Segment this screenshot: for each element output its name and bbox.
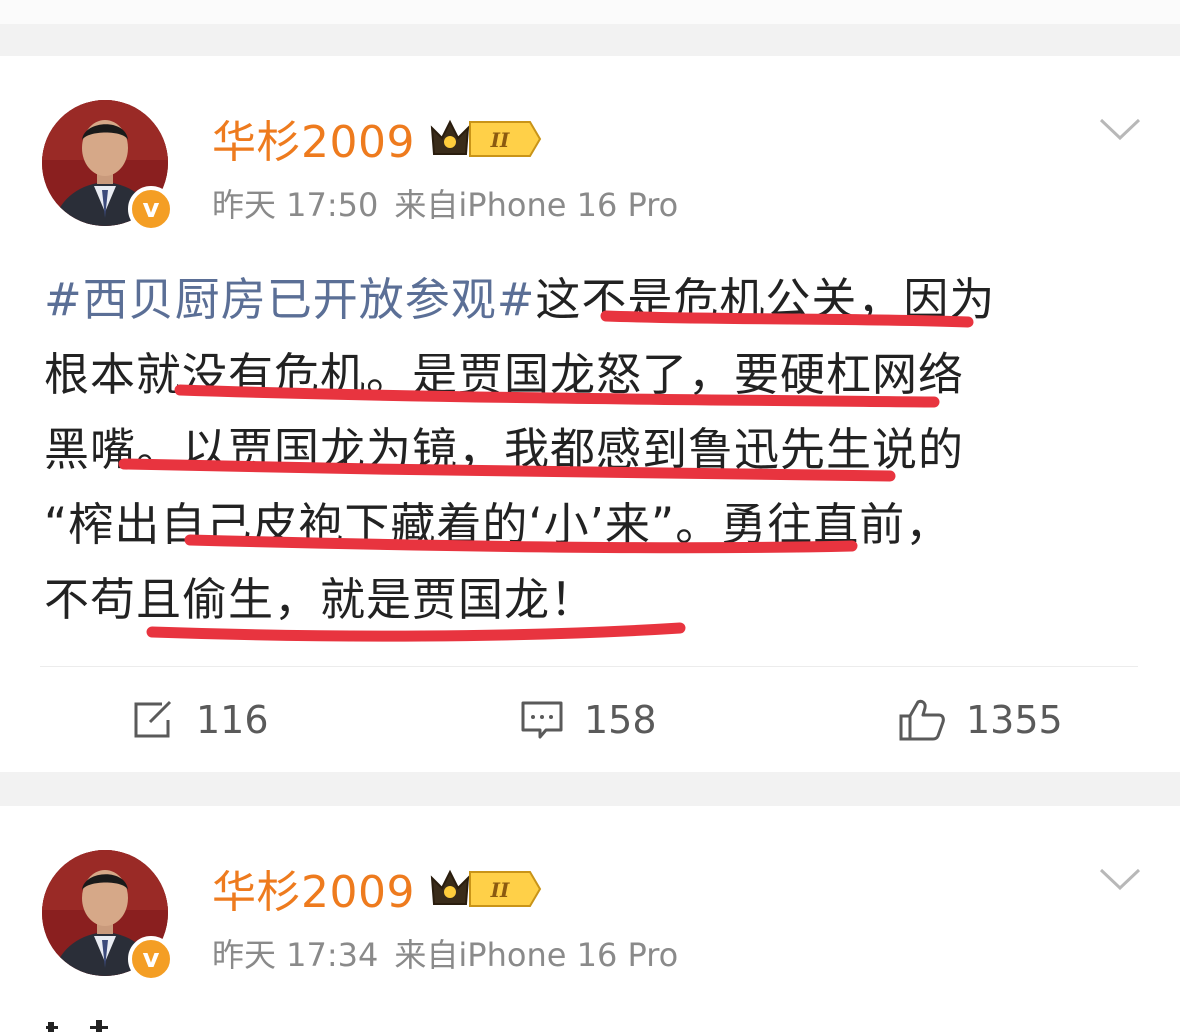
comment-button[interactable]: 158 — [520, 692, 657, 748]
chevron-down-icon[interactable] — [1098, 116, 1142, 142]
like-count: 1355 — [966, 698, 1063, 742]
cut-off-post-text — [46, 1020, 108, 1032]
weibo-feed: v 华杉2009 II 昨天 17:50 来自iPhone 16 Pro #西贝厨… — [0, 0, 1180, 1032]
hashtag-link[interactable]: #西贝厨房已开放参观# — [44, 273, 535, 326]
post-source: 来自iPhone 16 Pro — [394, 186, 679, 224]
post-source: 来自iPhone 16 Pro — [394, 936, 679, 974]
post-meta: 昨天 17:50 来自iPhone 16 Pro — [212, 180, 678, 226]
comment-icon — [521, 701, 563, 739]
crown-level-II-icon[interactable]: II — [426, 866, 542, 912]
text-line: “榨出自己皮袍下藏着的‘小’来”。勇往直前， — [44, 498, 952, 551]
comment-count: 158 — [584, 698, 657, 742]
text-line: 黑嘴。以贾国龙为镜，我都感到鲁迅先生说的 — [44, 423, 965, 476]
vip-level-text: II — [490, 878, 510, 902]
post-time: 昨天 17:50 — [212, 186, 379, 224]
chevron-down-icon[interactable] — [1098, 866, 1142, 892]
top-gap — [0, 0, 1180, 24]
crown-level-II-icon[interactable]: II — [426, 116, 542, 162]
repost-icon — [134, 700, 172, 738]
post-meta: 昨天 17:34 来自iPhone 16 Pro — [212, 930, 678, 976]
vip-level-text: II — [490, 128, 510, 152]
verified-badge-icon: v — [128, 186, 174, 232]
post-card[interactable]: v 华杉2009 II 昨天 17:34 来自iPhone 16 Pro — [0, 806, 1180, 1032]
verified-badge-icon: v — [128, 936, 174, 982]
repost-count: 116 — [196, 698, 269, 742]
like-icon — [899, 699, 945, 741]
repost-button[interactable]: 116 — [132, 692, 269, 748]
text-line: 根本就没有危机。是贾国龙怒了，要硬杠网络 — [44, 348, 965, 401]
username[interactable]: 华杉2009 — [212, 106, 415, 170]
like-button[interactable]: 1355 — [898, 692, 1063, 748]
username[interactable]: 华杉2009 — [212, 856, 415, 920]
text-line: #西贝厨房已开放参观#这不是危机公关，因为 — [44, 273, 996, 326]
text-line: 不苟且偷生，就是贾国龙！ — [44, 573, 597, 626]
post-card[interactable]: v 华杉2009 II 昨天 17:50 来自iPhone 16 Pro #西贝厨… — [0, 56, 1180, 772]
post-text: #西贝厨房已开放参观#这不是危机公关，因为 根本就没有危机。是贾国龙怒了，要硬杠… — [44, 262, 1144, 637]
post-time: 昨天 17:34 — [212, 936, 379, 974]
divider — [40, 666, 1138, 667]
